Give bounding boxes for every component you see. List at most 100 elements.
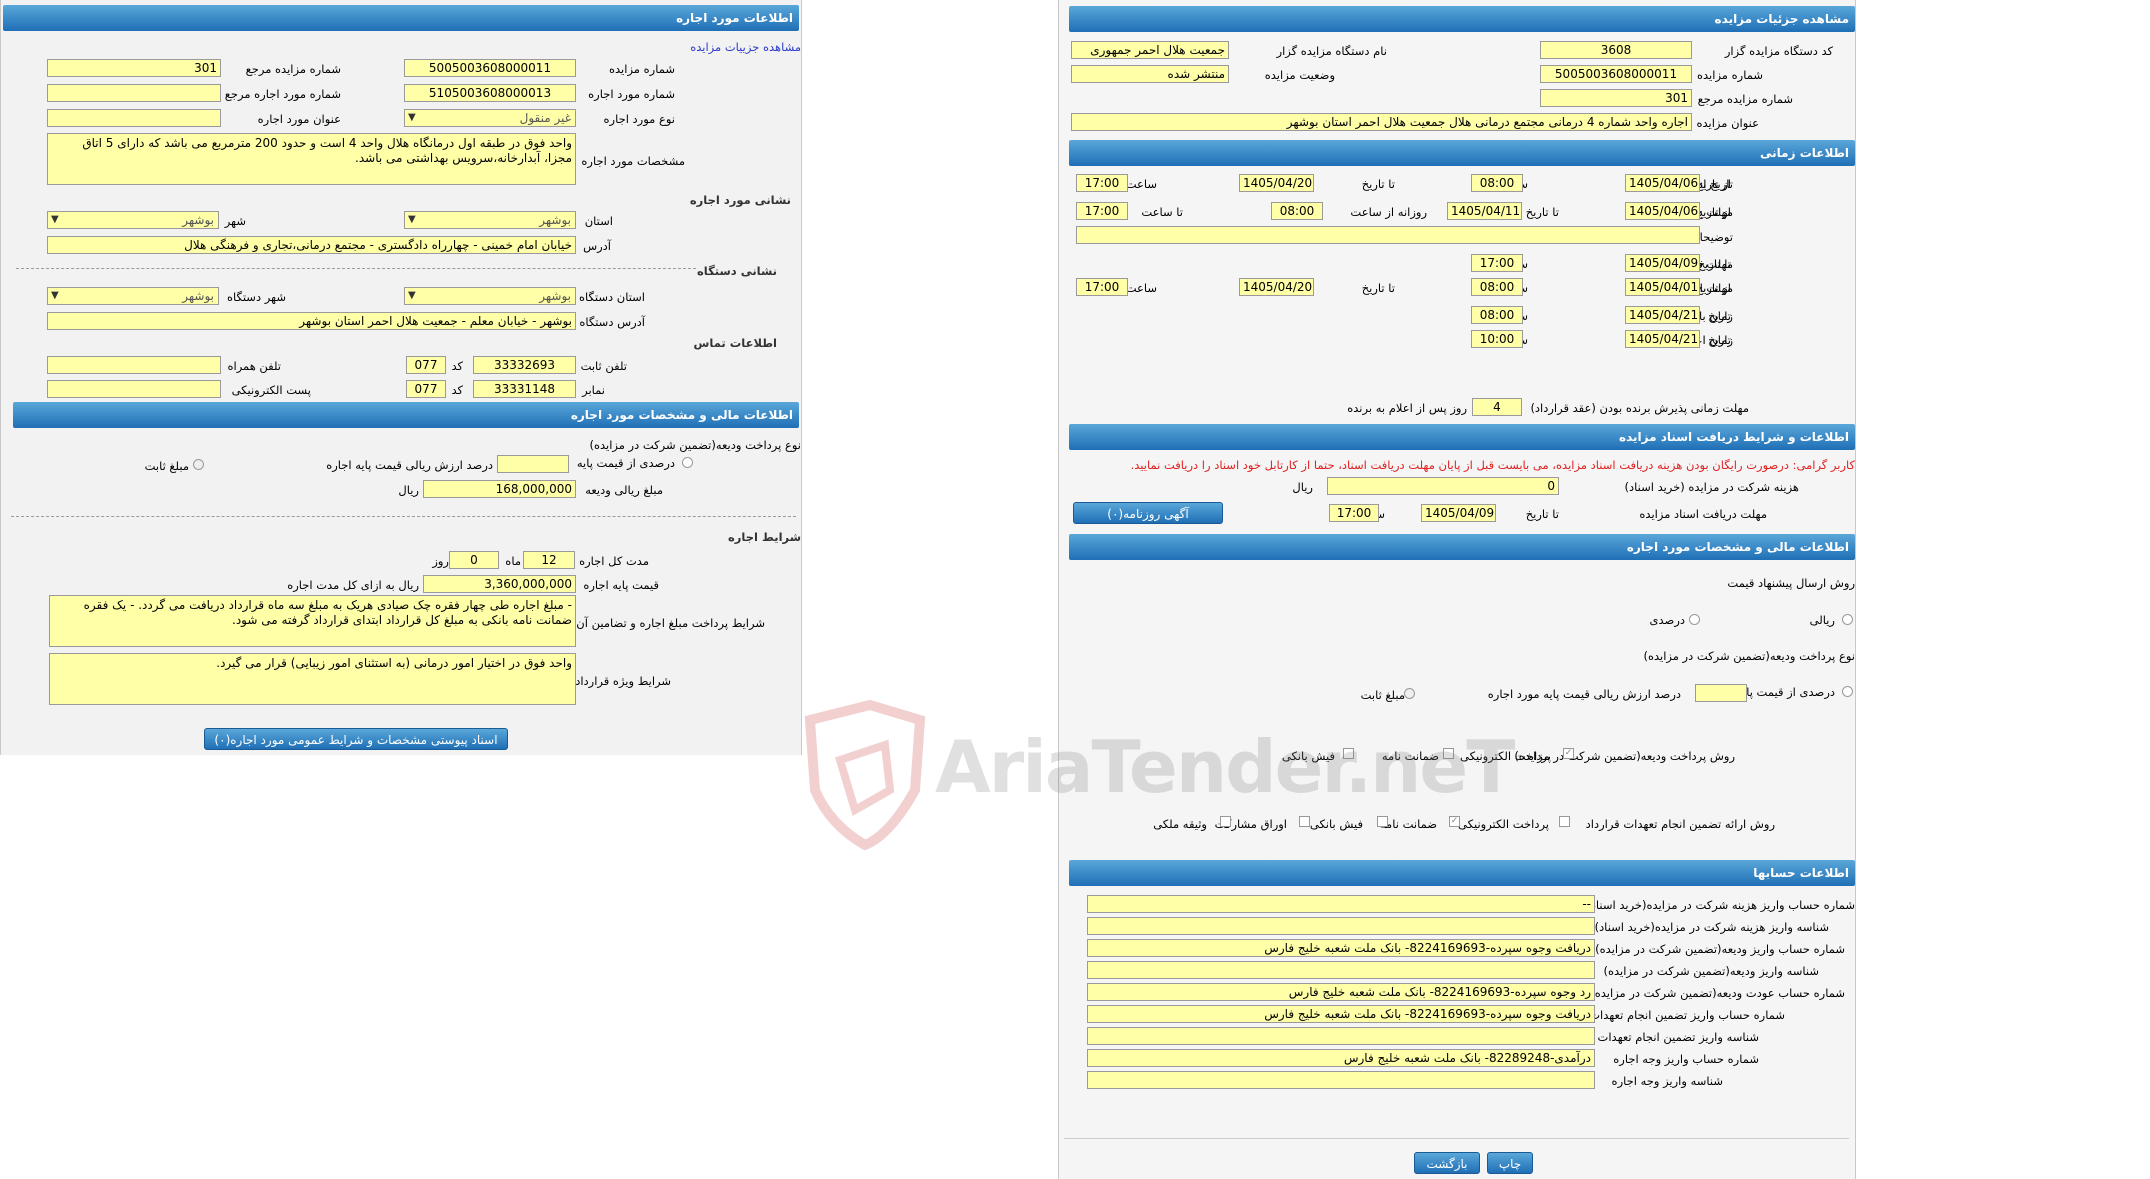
commit-bank-receipt-label: فیش بانکی <box>1309 817 1363 831</box>
publish-from-label: از تاریخ <box>1695 177 1731 191</box>
acc-fee-field: -- <box>1087 895 1595 913</box>
rial-option-radio[interactable] <box>1842 614 1853 625</box>
lease-type-select[interactable]: غیر منقول ▼ <box>404 109 576 127</box>
financial-header: اطلاعات مالی و مشخصات مورد اجاره <box>13 402 799 428</box>
percent-value-label: درصد ارزش ریالی قیمت پایه اجاره <box>326 458 493 472</box>
desc-field <box>1076 226 1700 244</box>
divider <box>16 268 696 269</box>
auction-number-label: شماره مزایده <box>1697 68 1763 82</box>
province-select[interactable]: بوشهر ▼ <box>404 211 576 229</box>
base-price-label: قیمت پایه اجاره <box>583 578 659 592</box>
opening-date-label: تاریخ <box>1708 309 1731 323</box>
acc-lease-field: درآمدی-82289248- بانک ملت شعبه خلیج فارس <box>1087 1049 1595 1067</box>
acc-refund-field: رد وجوه سپرده-8224169693- بانک ملت شعبه … <box>1087 983 1595 1001</box>
ref-number-label: شماره مزایده مرجع <box>1697 92 1793 106</box>
city-label: شهر <box>224 214 246 228</box>
price-method-label: روش ارسال پیشنهاد قیمت <box>1727 576 1855 590</box>
chevron-down-icon: ▼ <box>408 112 416 123</box>
phone-label: تلفن ثابت <box>580 359 627 373</box>
ref-number-field: 301 <box>1540 89 1692 107</box>
mobile-field <box>47 356 221 374</box>
visit-from-label: از تاریخ <box>1695 205 1731 219</box>
auction-details-panel: مشاهده جزئیات مزایده کد دستگاه مزایده گز… <box>1058 0 1856 1179</box>
partnership-bonds-checkbox[interactable] <box>1299 816 1310 827</box>
phone-code-field: 077 <box>406 356 446 374</box>
deposit-method-label: نوع پرداخت ودیعه(تضمین شرکت در مزایده) <box>589 438 801 452</box>
duration-months-field: 12 <box>523 551 575 569</box>
lease-title-label: عنوان مورد اجاره <box>257 112 341 126</box>
agency-address-field: بوشهر - خیابان معلم - جمعیت هلال احمر اس… <box>47 312 576 330</box>
commit-bank-receipt-checkbox[interactable] <box>1377 816 1388 827</box>
percent-base-label: درصدی از قیمت پایه <box>1736 685 1835 699</box>
agency-city-select[interactable]: بوشهر ▼ <box>47 287 219 305</box>
back-button[interactable]: بازگشت <box>1414 1152 1480 1174</box>
visit-to-date: 1405/04/11 <box>1447 202 1522 220</box>
status-label: وضعیت مزایده <box>1264 68 1335 82</box>
acc-commit-field: دریافت وجوه سپرده-8224169693- بانک ملت ش… <box>1087 1005 1595 1023</box>
offer-to-time: 17:00 <box>1076 278 1128 296</box>
agency-province-select[interactable]: بوشهر ▼ <box>404 287 576 305</box>
title-label: عنوان مزایده <box>1696 116 1759 130</box>
month-label: ماه <box>505 554 521 568</box>
opening-time: 08:00 <box>1471 306 1523 324</box>
doc-fee-field: 0 <box>1327 477 1559 495</box>
commit-electronic-label: پرداخت الکترونیکی <box>1458 817 1549 831</box>
deposit-amount-field: 168,000,000 <box>423 480 576 498</box>
acc-commit-id-field <box>1087 1027 1595 1045</box>
percent-value-label: درصد ارزش ریالی قیمت پایه مورد اجاره <box>1487 687 1681 701</box>
auction-number-label: شماره مزایده <box>609 62 675 76</box>
bank-receipt-checkbox[interactable] <box>1343 748 1354 759</box>
percent-option-radio[interactable] <box>1689 614 1700 625</box>
percent-base-label: درصدی از قیمت پایه <box>576 456 675 470</box>
divider <box>11 516 796 517</box>
attachments-button[interactable]: اسناد پیوستی مشخصات و شرایط عمومی مورد ا… <box>204 728 508 750</box>
publish-from-date: 1405/04/06 <box>1625 174 1700 192</box>
percent-base-radio[interactable] <box>682 457 693 468</box>
property-collateral-checkbox[interactable] <box>1220 816 1231 827</box>
lease-title-field <box>47 109 221 127</box>
acc-deposit-id-field <box>1087 961 1595 979</box>
fixed-amount-radio[interactable] <box>1404 688 1415 699</box>
publish-to-time: 17:00 <box>1076 174 1128 192</box>
city-select[interactable]: بوشهر ▼ <box>47 211 219 229</box>
agency-code-label: کد دستگاه مزایده گزار <box>1724 44 1833 58</box>
publish-to-time-label: ساعت <box>1125 177 1157 191</box>
province-value: بوشهر <box>539 213 571 227</box>
offer-to-time-label: ساعت <box>1125 281 1157 295</box>
daily-to-time: 17:00 <box>1076 202 1128 220</box>
auction-details-link[interactable]: مشاهده جزییات مزایده <box>690 40 801 54</box>
percent-base-radio[interactable] <box>1842 686 1853 697</box>
doc-deadline-date: 1405/04/09 <box>1421 504 1496 522</box>
agency-province-value: بوشهر <box>539 289 571 303</box>
guarantee-checkbox[interactable] <box>1443 748 1454 759</box>
guarantee-method-label: روش ارائه تضمین انجام تعهدات قرارداد <box>1585 817 1775 831</box>
fixed-amount-radio[interactable] <box>193 459 204 470</box>
base-price-unit-label: ریال به ازای کل مدت اجاره <box>287 578 419 592</box>
commit-electronic-checkbox[interactable] <box>1559 816 1570 827</box>
electronic-checkbox[interactable]: ✓ <box>1563 748 1574 759</box>
daily-to-label: تا ساعت <box>1141 205 1183 219</box>
deposit-rial-label: ریال <box>398 483 419 497</box>
offer-to-date: 1405/04/20 <box>1239 278 1314 296</box>
ref-number-field: 301 <box>47 59 221 77</box>
phone-field: 33332693 <box>473 356 576 374</box>
duration-label: مدت کل اجاره <box>579 554 649 568</box>
doc-deadline-to-label: تا تاریخ <box>1525 507 1559 521</box>
acc-deposit-label: شماره حساب واریز ودیعه(تضمین شرکت در مزا… <box>1595 942 1845 956</box>
phone-code-label: کد <box>451 359 463 373</box>
daily-from-label: روزانه از ساعت <box>1350 205 1427 219</box>
newspaper-ad-button[interactable]: آگهی روزنامه(۰) <box>1073 502 1223 524</box>
agency-address-section-title: نشانی دستگاه <box>697 264 777 278</box>
lease-details-panel: اطلاعات مورد اجاره مشاهده جزییات مزایده … <box>0 0 802 755</box>
acceptance-suffix: روز پس از اعلام به برنده <box>1347 401 1467 415</box>
auction-number-field: 5005003608000011 <box>404 59 576 77</box>
commit-guarantee-checkbox[interactable]: ✓ <box>1449 816 1460 827</box>
acc-deposit-id-label: شناسه واریز ودیعه(تضمین شرکت در مزایده) <box>1603 964 1819 978</box>
offer-to-label: تا تاریخ <box>1361 281 1395 295</box>
agency-name-field: جمعیت هلال احمر جمهوری <box>1071 41 1229 59</box>
shield-logo-icon <box>804 699 926 851</box>
mobile-label: تلفن همراه <box>227 359 281 373</box>
acc-lease-label: شماره حساب واریز وجه اجاره <box>1613 1052 1759 1066</box>
print-button[interactable]: چاپ <box>1487 1152 1533 1174</box>
lease-info-header-title: اطلاعات مورد اجاره <box>676 11 793 25</box>
